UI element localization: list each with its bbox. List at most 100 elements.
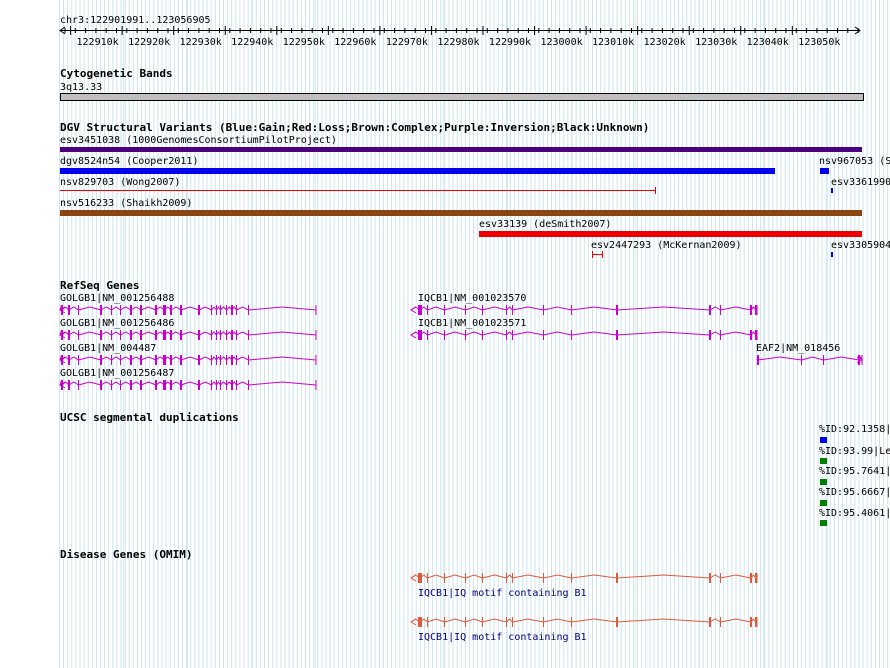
exon (482, 305, 483, 315)
exon (100, 305, 102, 315)
exon (801, 355, 802, 365)
ruler-title: chr3:122901991..123056905 (60, 15, 211, 26)
exon (427, 617, 428, 627)
variant-nsv829703[interactable] (60, 190, 655, 191)
dgv-track-title: DGV Structural Variants (Blue:Gain;Red:L… (60, 121, 650, 134)
exon (226, 355, 227, 365)
exon (750, 330, 752, 340)
exon (236, 330, 237, 340)
exon (709, 617, 711, 627)
exon (512, 330, 513, 340)
exon (427, 330, 428, 340)
intron (59, 355, 317, 361)
variant-label-esv3451038: esv3451038 (1000GenomesConsortiumPilotPr… (60, 135, 337, 146)
exon (231, 305, 233, 315)
exon (709, 330, 711, 340)
variant-label-nsv967053: nsv967053 (S (819, 156, 890, 167)
segdup-block[interactable] (820, 479, 827, 485)
exon (68, 380, 70, 390)
exon (512, 573, 513, 583)
exon (418, 305, 422, 315)
variant-label-esv2447293: esv2447293 (McKernan2009) (591, 240, 742, 251)
exon (444, 573, 445, 583)
variant-label-dgv8524n54: dgv8524n54 (Cooper2011) (60, 156, 199, 167)
exon (543, 330, 544, 340)
exon (140, 305, 142, 315)
exon (757, 355, 759, 365)
exon (418, 617, 422, 627)
exon (78, 355, 79, 365)
exon (506, 573, 507, 583)
exon (220, 380, 221, 390)
exon (155, 355, 157, 365)
exon (120, 355, 121, 365)
omim-gene-label: IQCB1|IQ motif containing B1 (418, 588, 587, 599)
exon (198, 305, 200, 315)
exon (248, 380, 249, 390)
gene-label-eaf2-nm018456: EAF2|NM_018456 (756, 343, 841, 354)
exon (68, 355, 70, 365)
gene-label-golgb1-nm001256487: GOLGB1|NM_001256487 (60, 368, 175, 379)
segdup-block[interactable] (820, 500, 827, 506)
gene-label-iqcb1-nm001023571: IQCB1|NM_001023571 (418, 318, 527, 329)
exon (170, 305, 172, 315)
exon (220, 330, 221, 340)
exon (68, 305, 70, 315)
exon (180, 330, 182, 340)
exon (482, 573, 483, 583)
exon (155, 330, 157, 340)
cytoband-label: 3q13.33 (60, 82, 103, 93)
exon (512, 617, 513, 627)
exon (120, 380, 121, 390)
exon (543, 573, 544, 583)
exon (198, 380, 200, 390)
omim-gene-iqcb1 (410, 573, 758, 583)
variant-nsv967053[interactable] (820, 168, 829, 174)
variant-esv3361990[interactable] (831, 188, 833, 193)
exon (236, 380, 237, 390)
exon (465, 305, 466, 315)
exon (750, 305, 752, 315)
variant-nsv829703-end (655, 187, 656, 194)
exon (100, 380, 102, 390)
variant-dgv8524n54[interactable] (60, 168, 775, 174)
exon (444, 330, 445, 340)
exon (512, 305, 513, 315)
variant-esv3451038[interactable] (60, 147, 862, 152)
exon (226, 380, 227, 390)
segdup-block[interactable] (820, 458, 827, 464)
exon (163, 355, 166, 365)
intron (410, 331, 758, 336)
exon (211, 355, 212, 365)
exon (709, 573, 711, 583)
exon (170, 355, 172, 365)
segdup-block[interactable] (820, 520, 827, 526)
segdup-label: %ID:95.6667| (819, 487, 890, 498)
exon (78, 330, 79, 340)
gene-golgb1 (59, 305, 317, 315)
variant-esv33139[interactable] (479, 231, 862, 237)
exon (130, 305, 132, 315)
exon (482, 330, 483, 340)
exon (506, 617, 507, 627)
exon (220, 305, 221, 315)
variant-label-nsv516233: nsv516233 (Shaikh2009) (60, 198, 193, 209)
exon (216, 305, 217, 315)
exon (68, 330, 70, 340)
exon (858, 355, 860, 365)
segdup-block[interactable] (820, 437, 827, 443)
variant-esv3305904[interactable] (831, 252, 833, 257)
exon (248, 305, 249, 315)
variant-nsv516233[interactable] (60, 210, 862, 216)
exon (211, 380, 212, 390)
exon (418, 573, 422, 583)
exon (750, 617, 752, 627)
exon (111, 380, 112, 390)
intron (59, 330, 317, 336)
exon (236, 355, 237, 365)
cytoband-bar[interactable] (60, 93, 864, 101)
exon (720, 573, 721, 583)
exon (180, 355, 182, 365)
exon (543, 305, 544, 315)
exon (823, 355, 824, 365)
